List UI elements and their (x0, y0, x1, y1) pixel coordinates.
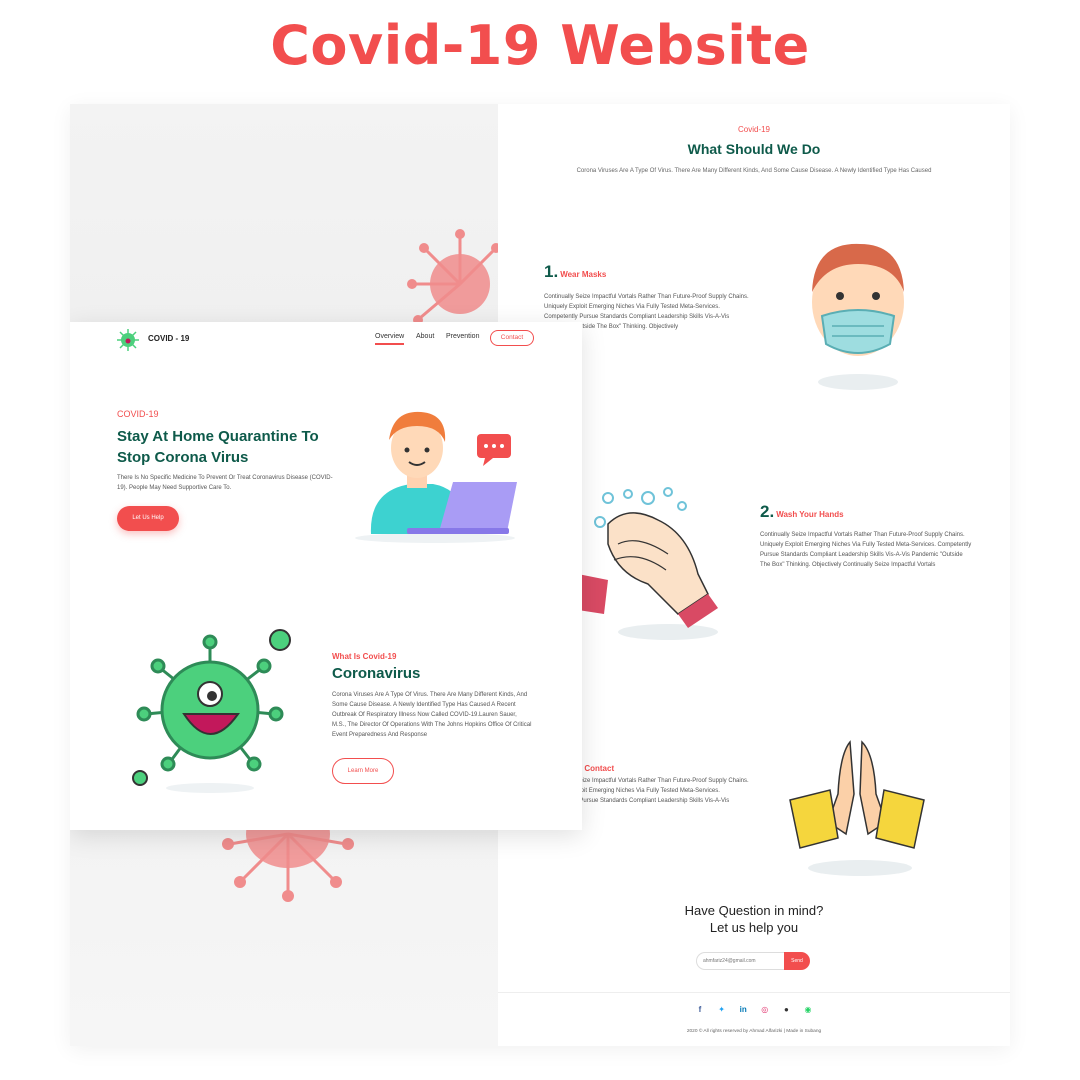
nav-about[interactable]: About (416, 333, 434, 340)
let-us-help-button[interactable]: Let Us Help (117, 506, 179, 531)
question-title: Have Question in mind? Let us help you (588, 902, 920, 936)
footer-divider (498, 992, 1010, 993)
send-button[interactable]: Send (784, 952, 810, 970)
mockup-stage: Covid-19 What Should We Do Corona Viruse… (70, 104, 1010, 1046)
step-2-label: Wash Your Hands (776, 510, 844, 519)
step-2-description: Continually Seize Impactful Vortals Rath… (760, 532, 972, 568)
home-page-card: COVID - 19 Overview About Prevention Con… (70, 322, 582, 830)
man-with-laptop-icon (355, 411, 517, 543)
nav-overview[interactable]: Overview (375, 333, 405, 345)
praying-hands-icon (789, 740, 925, 876)
virus-decoration-top-icon (407, 229, 501, 325)
virus-logo-icon[interactable] (116, 328, 140, 352)
navbar: COVID - 19 Overview About Prevention Con… (70, 322, 582, 356)
washing-hands-icon (578, 487, 718, 640)
hero-kicker: COVID-19 (117, 409, 159, 419)
prevention-subtitle: Corona Viruses Are A Type Of Virus. Ther… (576, 168, 932, 174)
linkedin-icon[interactable]: in (737, 1005, 749, 1017)
showcase-page: Covid-19 Website Covid-19 What Should We… (0, 0, 1080, 1080)
prevention-kicker: Covid-19 (737, 125, 770, 134)
step-1-number: 1. (544, 262, 559, 281)
step-1-heading: 1. Wear Masks (544, 262, 606, 282)
instagram-icon[interactable]: ◎ (759, 1005, 771, 1017)
nav-contact-button[interactable]: Contact (490, 330, 534, 346)
footer-copyright: 2020 © All rights reserved by Ahmad Alfa… (686, 1029, 822, 1034)
step-1-label: Wear Masks (560, 270, 607, 279)
whatsapp-icon[interactable]: ◉ (802, 1005, 814, 1017)
hero-description: There Is No Specific Medicine To Prevent… (117, 475, 333, 491)
github-icon[interactable]: ● (780, 1005, 792, 1017)
email-input[interactable]: ahmfariz24@gmail.com (696, 952, 786, 970)
mask-face-icon (812, 243, 904, 390)
step-2-heading: 2. Wash Your Hands (760, 502, 844, 522)
twitter-icon[interactable]: ✦ (716, 1005, 728, 1017)
what-is-title: Coronavirus (332, 665, 421, 682)
logo-text[interactable]: COVID - 19 (148, 334, 189, 343)
showcase-title: Covid-19 Website (270, 14, 810, 77)
what-is-description: Corona Viruses Are A Type Of Virus. Ther… (332, 692, 532, 738)
prevention-title: What Should We Do (687, 141, 821, 157)
step-2-number: 2. (760, 502, 775, 521)
what-is-kicker: What Is Covid-19 (332, 652, 397, 661)
question-title-line2: Let us help you (709, 920, 799, 935)
question-title-line1: Have Question in mind? (684, 903, 824, 918)
facebook-icon[interactable]: f (694, 1005, 706, 1017)
social-links: f ✦ in ◎ ● ◉ (694, 1005, 814, 1017)
learn-more-button[interactable]: Learn More (332, 758, 394, 784)
green-virus-monster-icon (132, 629, 291, 793)
nav-prevention[interactable]: Prevention (446, 333, 479, 340)
hero-title: Stay At Home Quarantine To Stop Corona V… (117, 428, 319, 466)
